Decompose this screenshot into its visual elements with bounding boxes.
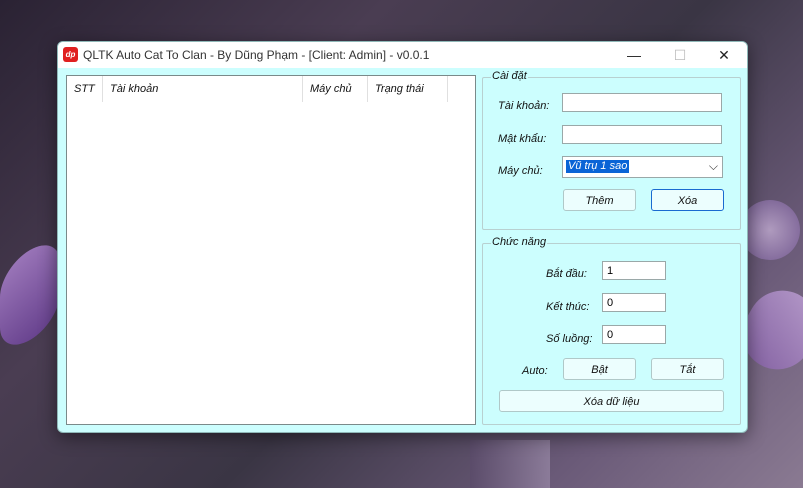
end-label: Kết thúc: — [546, 301, 590, 313]
column-header-status[interactable]: Trạng thái — [368, 76, 448, 102]
maximize-button[interactable]: ☐ — [657, 42, 703, 68]
chevron-down-icon: ⌵ — [708, 159, 718, 173]
server-selected-value: Vũ trụ 1 sao — [566, 160, 630, 173]
window-title: QLTK Auto Cat To Clan - By Dũng Phạm - [… — [83, 48, 430, 62]
background-decoration — [0, 232, 60, 358]
settings-group: Cài đặt Tài khoản: Mật khẩu: Máy chủ: Vũ… — [482, 70, 741, 230]
account-label: Tài khoản: — [498, 100, 550, 112]
off-button[interactable]: Tắt — [651, 358, 724, 380]
auto-label: Auto: — [522, 365, 548, 377]
list-header: STT Tài khoản Máy chủ Trạng thái — [67, 76, 475, 102]
functions-group: Chức năng Bắt đầu: Kết thúc: Số luồng: A… — [482, 236, 741, 425]
server-label: Máy chủ: — [498, 165, 543, 177]
app-logo-icon: dp — [63, 47, 78, 62]
end-input[interactable] — [602, 293, 666, 312]
threads-input[interactable] — [602, 325, 666, 344]
minimize-button[interactable]: — — [611, 42, 657, 68]
app-window: dp QLTK Auto Cat To Clan - By Dũng Phạm … — [57, 41, 748, 433]
column-header-account[interactable]: Tài khoản — [103, 76, 303, 102]
column-header-stt[interactable]: STT — [67, 76, 103, 102]
background-decoration — [740, 200, 800, 260]
delete-button[interactable]: Xóa — [651, 189, 724, 211]
password-input[interactable] — [562, 125, 722, 144]
close-button[interactable]: ✕ — [701, 42, 747, 68]
background-decoration — [470, 440, 550, 488]
start-label: Bắt đầu: — [546, 268, 587, 280]
clear-data-button[interactable]: Xóa dữ liệu — [499, 390, 724, 412]
password-label: Mật khẩu: — [498, 133, 547, 145]
column-header-server[interactable]: Máy chủ — [303, 76, 368, 102]
title-bar[interactable]: dp QLTK Auto Cat To Clan - By Dũng Phạm … — [58, 42, 747, 68]
threads-label: Số luồng: — [546, 333, 593, 345]
settings-legend: Cài đặt — [491, 70, 528, 82]
server-select[interactable]: Vũ trụ 1 sao ⌵ — [562, 156, 723, 178]
on-button[interactable]: Bật — [563, 358, 636, 380]
account-input[interactable] — [562, 93, 722, 112]
start-input[interactable] — [602, 261, 666, 280]
functions-legend: Chức năng — [491, 236, 548, 248]
account-list[interactable]: STT Tài khoản Máy chủ Trạng thái — [66, 75, 476, 425]
add-button[interactable]: Thêm — [563, 189, 636, 211]
